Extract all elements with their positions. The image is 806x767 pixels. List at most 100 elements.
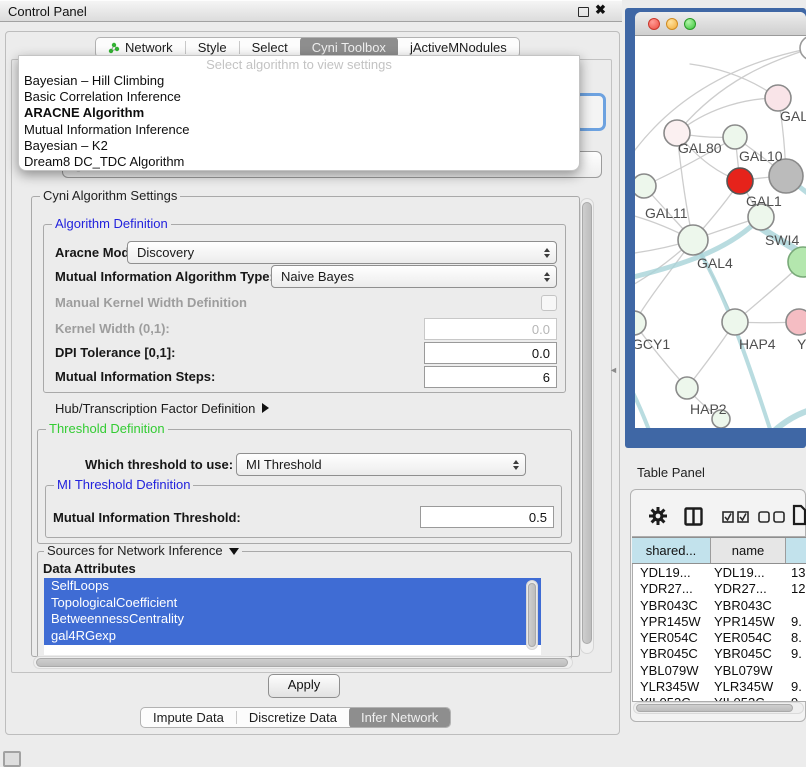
column-header-a[interactable]: A bbox=[786, 538, 806, 563]
aracne-mode-select[interactable]: Discovery bbox=[127, 241, 557, 264]
attribute-item[interactable]: SelfLoops bbox=[44, 578, 541, 595]
node-gray[interactable] bbox=[769, 159, 803, 193]
tab-label: Impute Data bbox=[153, 710, 224, 725]
gear-icon[interactable] bbox=[648, 506, 668, 526]
mi-steps-label: Mutual Information Steps: bbox=[55, 369, 215, 384]
table-row[interactable]: YBR045CYBR045C9. bbox=[632, 646, 806, 662]
algorithm-option[interactable]: Mutual Information Inference bbox=[19, 122, 579, 138]
node-hap4[interactable] bbox=[722, 309, 748, 335]
network-window-titlebar[interactable] bbox=[635, 12, 806, 36]
table-cell: YPR145W bbox=[711, 614, 786, 630]
cyni-bottom-tabstrip: Impute Data Discretize Data Infer Network bbox=[140, 707, 451, 728]
node-label-y: Y bbox=[797, 336, 806, 352]
node-top-right[interactable] bbox=[800, 36, 806, 60]
tab-impute-data[interactable]: Impute Data bbox=[141, 707, 236, 728]
zoom-traffic-light[interactable] bbox=[684, 18, 696, 30]
algorithm-option[interactable]: Bayesian – K2 bbox=[19, 138, 579, 154]
network-canvas[interactable]: GALGAL80GAL10GAL1GAL11SWI4GAL4GCY1HAP4YH… bbox=[635, 36, 806, 428]
table-row[interactable]: YDL19...YDL19...13 bbox=[632, 565, 806, 581]
attributes-list-scrollbar[interactable] bbox=[526, 580, 538, 650]
mi-algorithm-type-value: Naive Bayes bbox=[281, 269, 354, 284]
table-row[interactable]: YBR043CYBR043C bbox=[632, 598, 806, 614]
panel-collapse-arrow[interactable]: ◄ bbox=[609, 365, 618, 375]
tab-label: Infer Network bbox=[361, 710, 438, 725]
hub-tf-expander[interactable]: Hub/Transcription Factor Definition bbox=[55, 401, 269, 416]
node-label-gal11: GAL11 bbox=[645, 205, 688, 221]
unchecked-columns-icon[interactable] bbox=[758, 511, 786, 523]
node-label-gal10: GAL10 bbox=[739, 148, 783, 164]
node-gal10[interactable] bbox=[723, 125, 747, 149]
close-panel-icon[interactable]: ✖ bbox=[595, 2, 606, 18]
tab-discretize-data[interactable]: Discretize Data bbox=[237, 707, 349, 728]
stepper-icon bbox=[544, 248, 550, 258]
table-row[interactable]: YIL052CYIL052C9 bbox=[632, 695, 806, 701]
sources-group-title[interactable]: Sources for Network Inference bbox=[44, 544, 242, 558]
checked-columns-icon[interactable] bbox=[722, 511, 750, 523]
network-edge[interactable] bbox=[635, 323, 687, 388]
manual-kernel-width-checkbox[interactable] bbox=[541, 295, 557, 311]
node-label-gcy1: GCY1 bbox=[635, 336, 670, 352]
table-cell: YBR043C bbox=[711, 598, 786, 614]
network-edge[interactable] bbox=[635, 378, 655, 428]
network-edge[interactable] bbox=[773, 408, 806, 428]
data-attributes-list[interactable]: SelfLoopsTopologicalCoefficientBetweenne… bbox=[44, 578, 541, 655]
table-cell bbox=[786, 663, 806, 679]
node-gal4[interactable] bbox=[678, 225, 708, 255]
apply-button[interactable]: Apply bbox=[268, 674, 340, 698]
table-hscrollbar[interactable] bbox=[633, 702, 804, 714]
table-row[interactable]: YER054CYER054C8. bbox=[632, 630, 806, 646]
tab-label: Cyni Toolbox bbox=[312, 40, 386, 55]
table-cell: YDL19... bbox=[632, 565, 711, 581]
table-row[interactable]: YDR27...YDR27...12 bbox=[632, 581, 806, 597]
node-hap2[interactable] bbox=[676, 377, 698, 399]
tab-infer-network[interactable]: Infer Network bbox=[349, 707, 450, 728]
network-edge[interactable] bbox=[690, 64, 778, 98]
column-header-shared-[interactable]: shared... bbox=[632, 538, 711, 563]
minimize-traffic-light[interactable] bbox=[666, 18, 678, 30]
data-attributes-label: Data Attributes bbox=[43, 561, 136, 576]
attribute-item[interactable]: gal4RGexp bbox=[44, 628, 541, 645]
attribute-item[interactable]: TopologicalCoefficient bbox=[44, 595, 541, 612]
close-traffic-light[interactable] bbox=[648, 18, 660, 30]
table-cell: 9. bbox=[786, 646, 806, 662]
mi-threshold-label: Mutual Information Threshold: bbox=[53, 510, 241, 525]
node-gcy1[interactable] bbox=[635, 311, 646, 335]
kernel-width-input[interactable] bbox=[424, 318, 557, 340]
mi-steps-input[interactable] bbox=[424, 366, 557, 388]
node-pink-right[interactable] bbox=[786, 309, 806, 335]
dpi-tolerance-input[interactable] bbox=[424, 342, 557, 364]
table-row[interactable]: YBL079WYBL079W bbox=[632, 663, 806, 679]
control-panel-title: Control Panel bbox=[8, 4, 87, 19]
mi-threshold-input[interactable] bbox=[420, 506, 554, 528]
tab-label: jActiveMNodules bbox=[410, 40, 507, 55]
which-threshold-select[interactable]: MI Threshold bbox=[236, 453, 526, 476]
tab-label: Style bbox=[198, 40, 227, 55]
attribute-item[interactable]: BetweennessCentrality bbox=[44, 611, 541, 628]
minimized-panel-icon[interactable] bbox=[3, 751, 21, 767]
node-label-gal: GAL bbox=[780, 108, 806, 124]
document-icon[interactable] bbox=[792, 504, 806, 526]
network-icon bbox=[108, 42, 120, 54]
expander-collapsed-icon bbox=[262, 403, 269, 413]
node-gal11[interactable] bbox=[635, 174, 656, 198]
network-view-window: GALGAL80GAL10GAL1GAL11SWI4GAL4GCY1HAP4YH… bbox=[635, 12, 806, 428]
table-cell: YER054C bbox=[711, 630, 786, 646]
table-row[interactable]: YPR145WYPR145W9. bbox=[632, 614, 806, 630]
node-red[interactable] bbox=[727, 168, 753, 194]
table-row[interactable]: YLR345WYLR345W9. bbox=[632, 679, 806, 695]
algorithm-option[interactable]: ARACNE Algorithm bbox=[19, 105, 579, 121]
split-columns-icon[interactable] bbox=[684, 507, 703, 526]
column-header-name[interactable]: name bbox=[711, 538, 786, 563]
algorithm-option[interactable]: Dream8 DC_TDC Algorithm bbox=[19, 154, 579, 170]
kernel-width-label: Kernel Width (0,1): bbox=[55, 321, 170, 336]
table-cell: 9. bbox=[786, 614, 806, 630]
algorithm-option[interactable]: Basic Correlation Inference bbox=[19, 89, 579, 105]
algorithm-option[interactable]: Bayesian – Hill Climbing bbox=[19, 73, 579, 89]
node-label-hap2: HAP2 bbox=[690, 401, 727, 417]
mi-algorithm-type-select[interactable]: Naive Bayes bbox=[271, 265, 557, 288]
node-green-right[interactable] bbox=[788, 247, 806, 277]
table-cell: YBR045C bbox=[711, 646, 786, 662]
settings-hscrollbar[interactable] bbox=[33, 656, 573, 669]
float-window-icon[interactable] bbox=[578, 7, 589, 17]
settings-vscrollbar[interactable] bbox=[580, 198, 594, 654]
